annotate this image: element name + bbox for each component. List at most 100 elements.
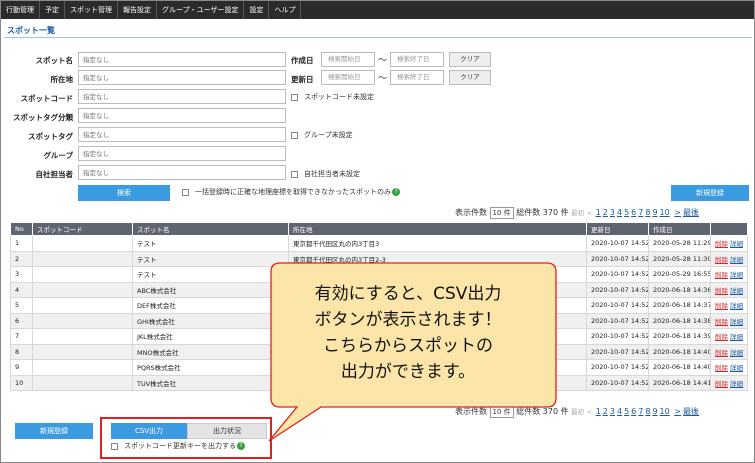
page-link[interactable]: 3 [610, 208, 615, 217]
page-link[interactable]: 2 [603, 208, 608, 217]
page-link[interactable]: 4 [617, 208, 622, 217]
updated-end-input[interactable]: 検索終了日 [390, 70, 444, 85]
nav-help[interactable]: ヘルプ [269, 1, 302, 19]
cell-updated: 2020-10-07 14:52 [586, 343, 649, 360]
address-input[interactable] [78, 70, 286, 85]
nav-settings[interactable]: 設定 [244, 1, 270, 19]
page-link[interactable]: 8 [645, 407, 650, 416]
cell-created: 2020-06-18 14:41 [648, 374, 711, 391]
cell-address: 東京都千代田区丸の内3丁目2-3 [288, 250, 587, 267]
detail-link[interactable]: 詳細 [730, 364, 743, 372]
output-status-button[interactable]: 出力状況 [187, 423, 267, 439]
checkbox-box[interactable] [291, 131, 298, 139]
detail-link[interactable]: 詳細 [730, 256, 743, 264]
pager-prev: < [586, 209, 593, 217]
table-row[interactable]: 1 テスト 東京都千代田区丸の内3丁目3 2020-10-07 14:52 2020-0… [10, 235, 748, 252]
cell-created: 2020-06-18 14:40 [648, 359, 711, 376]
page-link[interactable]: 4 [617, 407, 622, 416]
per-page-select[interactable]: 10 件 [489, 406, 514, 418]
pager-last[interactable]: 最後 [683, 208, 699, 217]
page-link[interactable]: 1 [596, 208, 601, 217]
page-link[interactable]: 2 [603, 407, 608, 416]
page-link[interactable]: 1 [596, 407, 601, 416]
detail-link[interactable]: 詳細 [730, 271, 743, 279]
page-link[interactable]: 5 [624, 208, 629, 217]
nav-report[interactable]: 報告設定 [118, 1, 157, 19]
delete-link[interactable]: 削除 [715, 287, 728, 295]
detail-link[interactable]: 詳細 [730, 240, 743, 248]
spot-name-input[interactable] [78, 52, 286, 67]
new-register-button-bottom[interactable]: 新規登録 [15, 423, 93, 439]
page-link[interactable]: 7 [638, 407, 643, 416]
delete-link[interactable]: 削除 [715, 380, 728, 388]
detail-link[interactable]: 詳細 [730, 318, 743, 326]
help-icon[interactable]: ? [392, 188, 400, 196]
page-link[interactable]: 6 [631, 208, 636, 217]
spot-code-unset-checkbox[interactable]: スポットコード未設定 [291, 92, 374, 102]
nav-spot[interactable]: スポット管理 [65, 1, 118, 19]
checkbox-box[interactable] [291, 170, 298, 178]
geo-only-checkbox[interactable]: 一括登録時に正確な地理座標を取得できなかったスポットのみ? [182, 187, 400, 197]
page-link[interactable]: 10 [660, 407, 670, 416]
delete-link[interactable]: 削除 [715, 349, 728, 357]
cell-actions: 削除 詳細 [710, 250, 748, 267]
delete-link[interactable]: 削除 [715, 271, 728, 279]
col-spot-name[interactable]: スポット名 [132, 222, 289, 236]
checkbox-box[interactable] [111, 442, 118, 450]
checkbox-box[interactable] [182, 188, 189, 196]
table-row[interactable]: 2 テスト 東京都千代田区丸の内3丁目2-3 2020-10-07 14:52 2020… [10, 250, 748, 267]
col-no[interactable]: No [10, 222, 33, 236]
per-page-select[interactable]: 10 件 [489, 207, 514, 219]
delete-link[interactable]: 削除 [715, 240, 728, 248]
page-link[interactable]: 9 [652, 208, 657, 217]
col-created[interactable]: 作成日 [648, 222, 711, 236]
created-clear-button[interactable]: クリア [449, 52, 491, 67]
group-input[interactable] [78, 146, 286, 161]
nav-schedule[interactable]: 予定 [40, 1, 65, 19]
updated-start-input[interactable]: 検索開始日 [321, 70, 375, 85]
group-unset-checkbox[interactable]: グループ未設定 [291, 130, 353, 140]
nav-group-user[interactable]: グループ・ユーザー設定 [157, 1, 245, 19]
app-window: 行動管理 予定 スポット管理 報告設定 グループ・ユーザー設定 設定 ヘルプ ス… [0, 0, 755, 463]
csv-export-button[interactable]: CSV出力 [111, 423, 187, 439]
delete-link[interactable]: 削除 [715, 302, 728, 310]
delete-link[interactable]: 削除 [715, 364, 728, 372]
callout-line: 出力ができます。 [340, 362, 476, 382]
search-button[interactable]: 検索 [78, 185, 170, 201]
col-address[interactable]: 所在地 [288, 222, 587, 236]
pager-last[interactable]: 最後 [683, 407, 699, 416]
spot-code-input[interactable] [78, 89, 286, 104]
checkbox-box[interactable] [291, 93, 298, 101]
detail-link[interactable]: 詳細 [730, 349, 743, 357]
detail-link[interactable]: 詳細 [730, 380, 743, 388]
detail-link[interactable]: 詳細 [730, 287, 743, 295]
owner-unset-checkbox[interactable]: 自社担当者未設定 [291, 169, 360, 179]
page-link[interactable]: 3 [610, 407, 615, 416]
col-spot-code[interactable]: スポットコード [32, 222, 133, 236]
delete-link[interactable]: 削除 [715, 318, 728, 326]
col-updated[interactable]: 更新日 [586, 222, 649, 236]
page-link[interactable]: 10 [660, 208, 670, 217]
created-end-input[interactable]: 検索終了日 [390, 52, 444, 67]
help-icon[interactable]: ? [237, 442, 245, 450]
detail-link[interactable]: 詳細 [730, 302, 743, 310]
nav-activity[interactable]: 行動管理 [1, 1, 40, 19]
detail-link[interactable]: 詳細 [730, 333, 743, 341]
new-register-button-top[interactable]: 新規登録 [671, 185, 749, 201]
delete-link[interactable]: 削除 [715, 333, 728, 341]
pager-next[interactable]: > [674, 407, 681, 416]
csv-code-key-checkbox[interactable]: スポットコード更新キーを出力する? [111, 441, 245, 451]
page-link[interactable]: 5 [624, 407, 629, 416]
page-link[interactable]: 8 [645, 208, 650, 217]
delete-link[interactable]: 削除 [715, 256, 728, 264]
pager-next[interactable]: > [674, 208, 681, 217]
updated-clear-button[interactable]: クリア [449, 70, 491, 85]
spot-tag-input[interactable] [78, 127, 286, 142]
table-row[interactable]: 3 テスト 2020-10-07 14:52 2020-05-29 16:55 削除 詳細 [10, 266, 748, 283]
page-link[interactable]: 6 [631, 407, 636, 416]
page-link[interactable]: 7 [638, 208, 643, 217]
created-start-input[interactable]: 検索開始日 [321, 52, 375, 67]
page-link[interactable]: 9 [652, 407, 657, 416]
spot-tag-category-input[interactable] [78, 108, 286, 123]
owner-input[interactable] [78, 165, 286, 180]
